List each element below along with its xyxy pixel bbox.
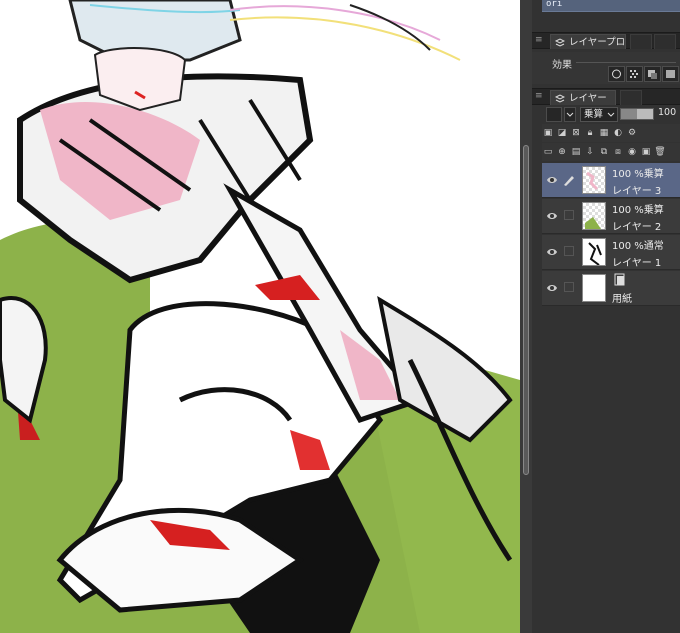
effect-layer-color-button[interactable] (644, 66, 661, 82)
chevron-down-icon[interactable] (564, 107, 576, 122)
delete-layer-icon[interactable]: 🗑︎ (654, 146, 666, 158)
layer-name-label: 用紙 (612, 294, 632, 305)
tone-icon (630, 70, 638, 78)
settings-icon[interactable]: ⚙︎ (626, 127, 638, 139)
menu-grip-icon[interactable]: ≡ (535, 92, 543, 101)
transfer-down-icon[interactable]: ⇩ (584, 146, 596, 158)
eye-icon[interactable] (546, 282, 558, 294)
clip-icon[interactable]: ▣ (542, 127, 554, 139)
layer-color-icon (648, 70, 657, 79)
effect-extra-button[interactable] (662, 66, 679, 82)
artwork (0, 0, 520, 633)
layer-thumbnail (582, 202, 606, 230)
menu-grip-icon[interactable]: ≡ (535, 36, 543, 45)
extra-icon (666, 70, 675, 78)
right-panel: ori ≡ レイヤープロ 効果 ≡ レイヤー ▣ ◪ ⊠ 🔒︎ ▦ ◐ ⚙︎ ▭… (532, 0, 680, 633)
layer-lock-cell[interactable] (564, 246, 574, 256)
ref-icon[interactable]: ◪ (556, 127, 568, 139)
drawing-canvas[interactable] (0, 0, 520, 633)
mask-create-icon[interactable]: ◉ (626, 146, 638, 158)
layer-thumbnail (582, 166, 606, 194)
layer-row-1[interactable]: 100 %通常 レイヤー 1 (542, 235, 680, 270)
blend-mode-value: 乗算 (584, 109, 604, 120)
layer-blend-label: 100 %乗算 (612, 169, 664, 180)
effects-label: 効果 (552, 60, 572, 71)
layer-name-label: レイヤー 2 (612, 222, 662, 233)
layer-blend-label: 100 %乗算 (612, 205, 664, 216)
blend-mode-select[interactable]: 乗算 (580, 107, 618, 122)
layer-tabbar: ≡ レイヤー (532, 88, 680, 105)
layer-row-2[interactable]: 100 %乗算 レイヤー 2 (542, 199, 680, 234)
tab-layer-property[interactable]: レイヤープロ (550, 34, 626, 49)
palette-label: ori (546, 0, 563, 9)
layer-thumbnail (582, 274, 606, 302)
effect-tone-button[interactable] (626, 66, 643, 82)
eye-icon[interactable] (546, 174, 558, 186)
layer-lock-cell[interactable] (564, 210, 574, 220)
layer-name-label: レイヤー 1 (612, 258, 662, 269)
pen-icon (564, 176, 574, 186)
opacity-slider[interactable] (620, 108, 654, 120)
merge-icon[interactable]: ⧉ (598, 146, 610, 158)
layer-property-icon (555, 38, 565, 47)
layers-icon (555, 94, 565, 103)
lock-alpha-icon[interactable]: ▦ (598, 127, 610, 139)
layer-name-label: レイヤー 3 (612, 186, 662, 197)
new-vector-layer-icon[interactable]: ⊕ (556, 146, 568, 158)
eye-icon[interactable] (546, 246, 558, 258)
opacity-value[interactable]: 100 (658, 107, 676, 118)
layer-row-3[interactable]: 100 %乗算 レイヤー 3 (542, 163, 680, 198)
apply-mask-icon[interactable]: ▣ (640, 146, 652, 158)
lock-icon[interactable]: 🔒︎ (584, 127, 596, 139)
mask-icon[interactable]: ◐ (612, 127, 624, 139)
merge-down-icon[interactable]: ⧈ (612, 146, 624, 158)
layer-thumbnail (582, 238, 606, 266)
layer-blend-label: 100 %通常 (612, 241, 664, 252)
tab-layer-label: レイヤー (569, 93, 607, 104)
property-tabbar: ≡ レイヤープロ (532, 32, 680, 49)
tab-alt-3[interactable] (620, 90, 642, 105)
effects-divider (576, 62, 676, 63)
draft-icon[interactable]: ⊠ (570, 127, 582, 139)
layer-lock-cell[interactable] (564, 282, 574, 292)
effect-border-button[interactable] (608, 66, 625, 82)
layer-row-paper[interactable]: 用紙 (542, 271, 680, 306)
tab-alt-1[interactable] (630, 34, 652, 49)
paper-icon (614, 273, 625, 286)
layer-lock-toolbar: ▣ ◪ ⊠ 🔒︎ ▦ ◐ ⚙︎ (542, 124, 680, 142)
chevron-down-icon (607, 112, 615, 117)
tab-alt-2[interactable] (654, 34, 676, 49)
canvas-scrollbar[interactable] (520, 0, 532, 633)
layer-create-toolbar: ▭ ⊕ ▤ ⇩ ⧉ ⧈ ◉ ▣ 🗑︎ (542, 143, 680, 161)
tab-layer-property-label: レイヤープロ (569, 37, 626, 48)
layer-color-swatch[interactable] (546, 107, 562, 122)
new-raster-layer-icon[interactable]: ▭ (542, 146, 554, 158)
canvas-scrollbar-thumb[interactable] (523, 145, 529, 475)
new-folder-icon[interactable]: ▤ (570, 146, 582, 158)
color-palette-strip[interactable]: ori (542, 0, 680, 12)
tab-layer[interactable]: レイヤー (550, 90, 616, 105)
eye-icon[interactable] (546, 210, 558, 222)
circle-icon (612, 69, 621, 79)
